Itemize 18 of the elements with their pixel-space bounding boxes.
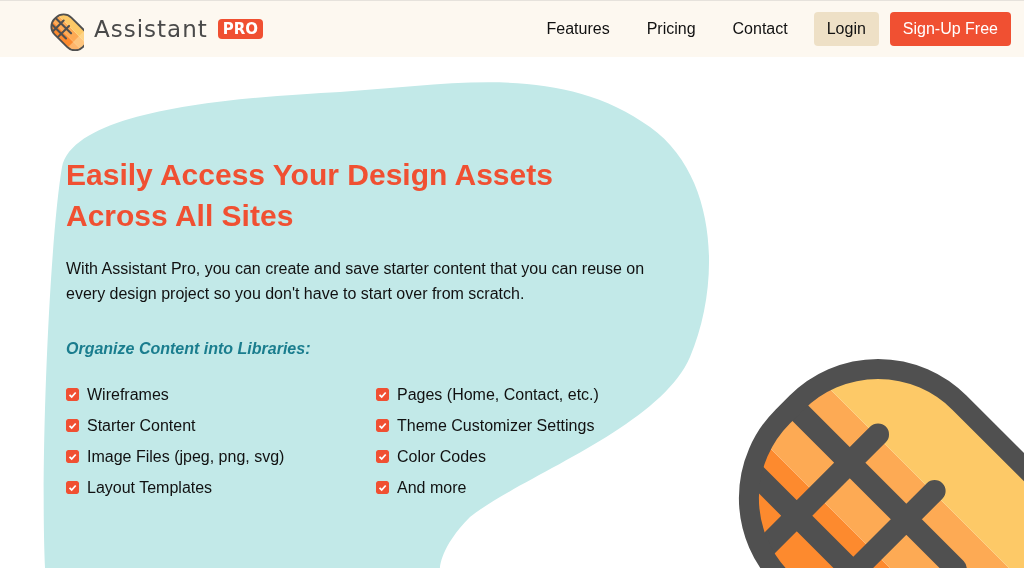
list-title: Organize Content into Libraries: bbox=[66, 340, 312, 358]
list-item-label: Wireframes bbox=[87, 385, 169, 404]
pro-badge: PRO bbox=[217, 19, 264, 39]
hero-description: With Assistant Pro, you can create and save starter content that you can reuse on every design project so you don't have to start over from scratch. bbox=[66, 259, 646, 304]
hero-heading: Easily Access Your Design Assets Across All Sites bbox=[66, 157, 554, 234]
brand-name: Assistant bbox=[94, 16, 208, 42]
login-button[interactable]: Login bbox=[813, 12, 879, 46]
list-item-label: Theme Customizer Settings bbox=[397, 416, 595, 435]
nav-link[interactable]: Contact bbox=[732, 20, 788, 38]
list-item-label: Starter Content bbox=[87, 416, 196, 435]
list-item-label: Layout Templates bbox=[87, 478, 213, 497]
nav-link[interactable]: Pricing bbox=[646, 20, 696, 38]
nav-link[interactable]: Features bbox=[546, 20, 610, 38]
list-item-label: Color Codes bbox=[397, 447, 486, 466]
signup-button[interactable]: Sign-Up Free bbox=[889, 12, 1011, 46]
list-item-label: And more bbox=[397, 478, 467, 497]
list-item-label: Image Files (jpeg, png, svg) bbox=[87, 447, 285, 466]
list-item-label: Pages (Home, Contact, etc.) bbox=[397, 385, 599, 404]
